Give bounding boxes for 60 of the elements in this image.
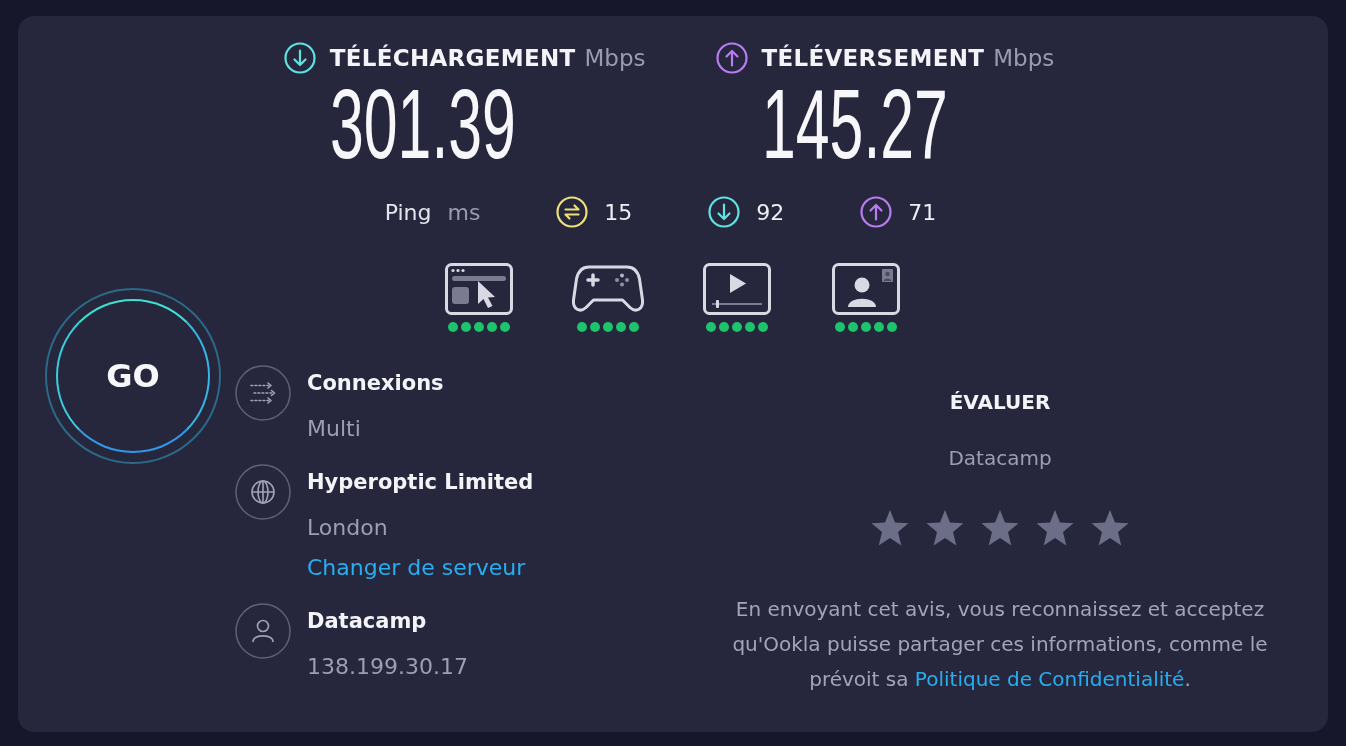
unit-label: Mbps [993,45,1055,71]
star-icon[interactable] [1090,508,1130,548]
rating-dot-icon [835,322,845,332]
video-call-icon [832,263,900,315]
rating-dot-icon [500,322,510,332]
rating-dot-icon [487,322,497,332]
info-detail: Multi [307,415,362,443]
rating-dot-icon [590,322,600,332]
change-server-link[interactable]: Changer de serveur [307,553,526,583]
unit-label: Mbps [584,45,646,71]
speed-label: TÉLÉCHARGEMENT [329,45,576,71]
star-icon[interactable] [870,508,910,548]
rating-dot-icon [474,322,484,332]
dashed-arrows-icon [235,365,291,421]
globe-icon [235,464,291,520]
browser-window-icon [445,263,513,315]
rating-dot-icon [603,322,613,332]
rating-dot-icon [577,322,587,332]
rating-dot-icon [758,322,768,332]
info-title: Datacamp [307,608,428,635]
rating-dot-icon [861,322,871,332]
rating-dot-icon [874,322,884,332]
rating-dot-icon [629,322,639,332]
gamepad-icon [571,263,645,315]
arrow-down-circle-icon [708,196,741,228]
arrow-down-circle-icon [283,42,316,74]
star-icon[interactable] [980,508,1020,548]
rating-title: ÉVALUER [949,389,1051,416]
info-detail: London [307,514,389,542]
go-button[interactable]: GO [45,288,221,464]
latency-value: 15 [604,199,633,225]
rating-dot-icon [461,322,471,332]
latency-value: 92 [756,199,785,225]
video-player-icon [703,263,771,315]
unit-label: ms [447,199,481,225]
consent-notice: En envoyant cet avis, vous reconnaissez et acceptez qu'Ookla puisse partager ces informations, comme le prévoit sa Politique de Confidentialité. [731,596,1269,693]
rating-dot-icon [732,322,742,332]
info-title: Connexions [307,370,444,397]
rating-dot-icon [848,322,858,332]
star-icon[interactable] [925,508,965,548]
rating-dot-icon [616,322,626,332]
rating-dot-icon [745,322,755,332]
speed-value: 301.39 [329,75,516,173]
rating-dot-icon [706,322,716,332]
arrow-up-circle-icon [715,42,748,74]
ping-label: Ping [384,199,432,225]
info-detail: 138.199.30.17 [307,653,468,681]
rating-dot-icon [887,322,897,332]
rating-dot-icon [719,322,729,332]
speed-value: 145.27 [761,75,948,173]
star-icon[interactable] [1035,508,1075,548]
latency-value: 71 [908,199,937,225]
server-name: Datacamp [948,445,1052,472]
arrow-up-circle-icon [860,196,893,228]
privacy-policy-link[interactable]: Politique de Confidentialité [914,667,1185,691]
speed-label: TÉLÉVERSEMENT [761,45,985,71]
swap-arrows-icon [556,196,589,228]
info-title: Hyperoptic Limited [307,469,534,496]
rating-dot-icon [448,322,458,332]
user-icon [235,603,291,659]
